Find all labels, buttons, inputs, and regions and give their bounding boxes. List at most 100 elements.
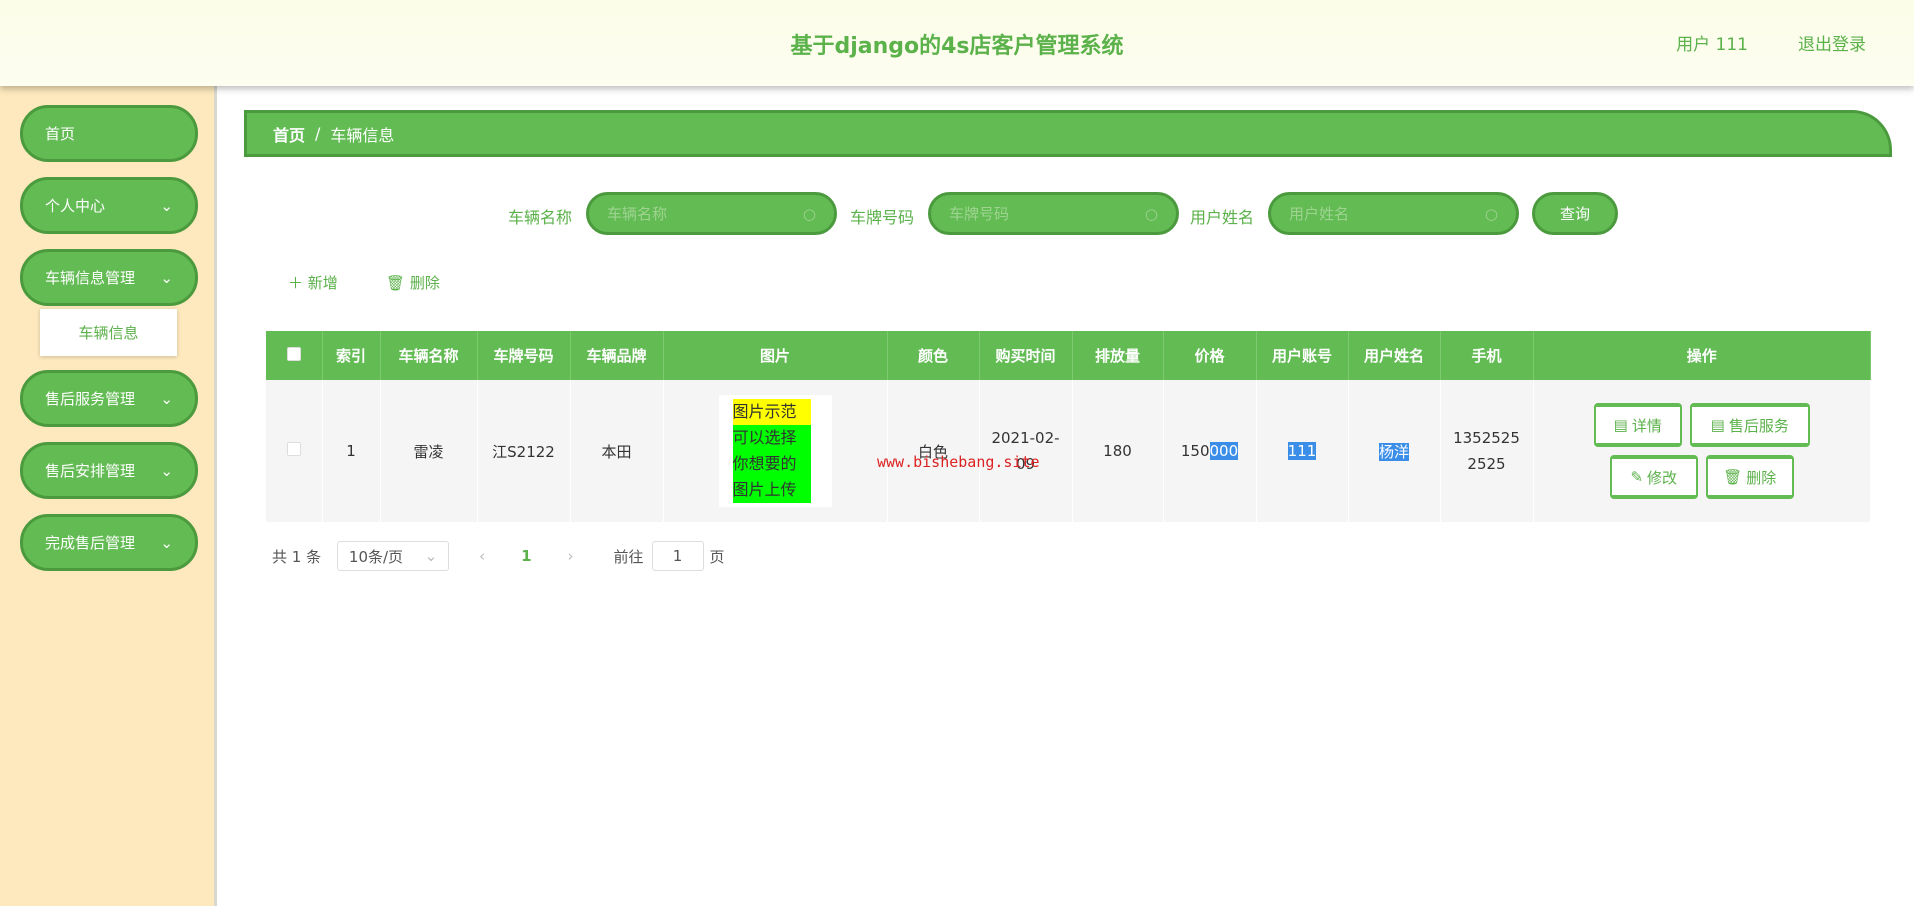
delete-label: 删除 [1746,468,1777,487]
after-sales-button[interactable]: ▤ 售后服务 [1689,403,1810,447]
query-button[interactable]: 查询 [1532,192,1618,235]
cell-index: 1 [322,380,381,522]
cell-name: 雷凌 [380,380,478,522]
page-size-select[interactable]: 10条/页 ⌄ [337,541,450,571]
vehicle-name-label: 车辆名称 [508,208,573,227]
column-header: 车辆名称 [380,331,478,380]
column-header: 车辆品牌 [570,331,664,380]
batch-delete-button[interactable]: 🗑 删除 [386,272,440,293]
sidebar-item-label: 个人中心 [45,197,106,215]
phone-text: 13525252525 [1453,429,1520,473]
sidebar-item-personal[interactable]: 个人中心 ⌄ [20,177,198,234]
table-header: 索引 车辆名称 车牌号码 车辆品牌 图片 颜色 购买时间 排放量 价格 用户账号… [266,331,1871,380]
cell-brand: 本田 [570,380,664,522]
sidebar-item-vehicle[interactable]: 车辆信息管理 ⌄ [20,249,198,306]
goto-label: 前往 [613,547,644,566]
sidebar-item-label: 首页 [45,125,76,143]
sidebar-item-home[interactable]: 首页 [20,105,198,162]
document-icon: ▤ [1613,416,1628,434]
document-icon: ▤ [1710,416,1725,434]
image-text: 可以选择 [732,425,811,451]
edit-icon: ✎ [1630,468,1644,486]
column-header: 操作 [1533,331,1871,380]
sidebar-item-label: 售后服务管理 [45,390,136,408]
chevron-down-icon: ⌄ [160,389,173,408]
vehicle-name-input[interactable]: 车辆名称 ○ [586,192,837,235]
username-text: 杨洋 [1378,442,1409,461]
image-text: 图片上传 [732,477,811,503]
trash-icon: 🗑 [1723,468,1743,486]
select-all-checkbox[interactable] [266,331,323,380]
vehicle-image[interactable]: 图片示范 可以选择 你想要的 图片上传 [718,395,832,507]
cell-displacement: 180 [1072,380,1164,522]
placeholder: 车牌号码 [949,205,1010,223]
search-icon: ○ [1144,204,1158,223]
page-unit-label: 页 [709,547,725,566]
column-header: 索引 [322,331,381,380]
sidebar-item-label: 完成售后管理 [45,534,136,552]
total-count: 共 1 条 [272,547,322,566]
vehicle-table: 索引 车辆名称 车牌号码 车辆品牌 图片 颜色 购买时间 排放量 价格 用户账号… [266,331,1871,522]
logout-link[interactable]: 退出登录 [1798,30,1866,55]
plate-label: 车牌号码 [850,208,915,227]
delete-button[interactable]: 🗑 删除 [1705,455,1794,499]
app-title: 基于django的4s店客户管理系统 [790,34,1124,59]
sidebar-item-service[interactable]: 售后服务管理 ⌄ [20,370,198,427]
cell-plate: 江S2122 [477,380,571,522]
search-icon: ○ [1484,204,1498,223]
column-header: 图片 [663,331,888,380]
image-text: 图片示范 [732,399,811,425]
sidebar-item-completed[interactable]: 完成售后管理 ⌄ [20,514,198,571]
page-size-value: 10条/页 [348,547,404,566]
cell-date: 2021-02-09 [979,380,1073,522]
column-header: 购买时间 [979,331,1073,380]
placeholder: 用户姓名 [1289,205,1350,223]
user-label: 用户 111 [1676,35,1748,55]
cell-price: 150000 [1163,380,1257,522]
plus-icon: ＋ [288,274,308,292]
add-button[interactable]: ＋ 新增 [288,272,338,293]
row-checkbox[interactable] [266,380,323,522]
detail-button[interactable]: ▤ 详情 [1593,403,1682,447]
table-row: 1 雷凌 江S2122 本田 图片示范 可以选择 你想要的 图片上传 白色 20… [266,380,1871,522]
edit-label: 修改 [1647,468,1678,487]
column-header: 用户姓名 [1348,331,1441,380]
column-header: 颜色 [887,331,980,380]
page-number[interactable]: 1 [521,547,531,565]
column-header: 车牌号码 [477,331,571,380]
breadcrumb: 首页 / 车辆信息 [244,110,1892,157]
sidebar-item-label: 售后安排管理 [45,462,136,480]
add-label: 新增 [307,274,338,292]
sidebar: 首页 个人中心 ⌄ 车辆信息管理 ⌄ 车辆信息 售后服务管理 ⌄ 售后安排管理 ⌄ 完成… [0,86,217,906]
plate-input[interactable]: 车牌号码 ○ [928,192,1179,235]
search-icon: ○ [802,204,816,223]
sidebar-item-arrangement[interactable]: 售后安排管理 ⌄ [20,442,198,499]
cell-account: 111 [1256,380,1349,522]
pagination: 共 1 条 10条/页 ⌄ ‹ 1 › 前往 1 页 [272,541,725,571]
header: 基于django的4s店客户管理系统 用户 111 退出登录 [0,0,1914,86]
edit-button[interactable]: ✎ 修改 [1609,455,1698,499]
sidebar-subitem-vehicle-info[interactable]: 车辆信息 [40,309,177,356]
delete-label: 删除 [409,274,440,292]
username-input[interactable]: 用户姓名 ○ [1268,192,1519,235]
chevron-down-icon: ⌄ [160,461,173,480]
cell-actions: ▤ 详情 ▤ 售后服务 ✎ 修改 🗑 删除 [1533,380,1871,522]
breadcrumb-separator: / [315,124,321,143]
chevron-down-icon: ⌄ [160,533,173,552]
watermark: www.bishebang.site [877,453,1040,471]
placeholder: 车辆名称 [607,205,668,223]
account-text: 111 [1287,442,1317,460]
cell-username: 杨洋 [1348,380,1441,522]
breadcrumb-current: 车辆信息 [330,125,395,145]
price-text: 150 [1180,442,1210,460]
prev-page-icon[interactable]: ‹ [479,547,485,565]
username-label: 用户姓名 [1190,208,1255,227]
after-sales-label: 售后服务 [1728,416,1789,435]
cell-phone: 13525252525 [1440,380,1534,522]
chevron-down-icon: ⌄ [160,196,173,215]
image-text: 你想要的 [732,451,811,477]
goto-page-input[interactable]: 1 [651,541,704,571]
breadcrumb-home[interactable]: 首页 [273,122,305,146]
detail-label: 详情 [1631,416,1662,435]
next-page-icon[interactable]: › [568,547,574,565]
